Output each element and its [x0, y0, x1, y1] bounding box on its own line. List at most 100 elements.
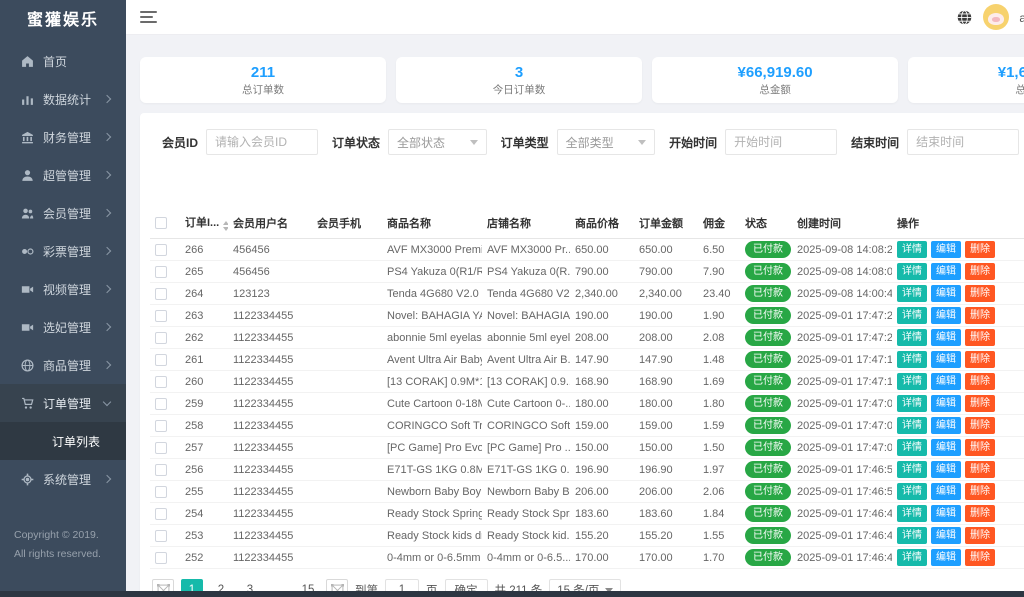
delete-button[interactable]: 删除 — [965, 241, 995, 258]
row-checkbox[interactable] — [155, 552, 167, 564]
edit-button[interactable]: 编辑 — [931, 549, 961, 566]
row-checkbox[interactable] — [155, 266, 167, 278]
order-type-select[interactable]: 全部类型 — [557, 129, 656, 155]
edit-button[interactable]: 编辑 — [931, 505, 961, 522]
row-checkbox[interactable] — [155, 288, 167, 300]
avatar[interactable] — [983, 4, 1009, 30]
delete-button[interactable]: 删除 — [965, 285, 995, 302]
row-checkbox[interactable] — [155, 486, 167, 498]
cell-actions: 详情编辑删除 — [892, 327, 1024, 349]
cell-price: 150.00 — [570, 437, 634, 459]
sidebar-item-video[interactable]: 视频管理 — [0, 270, 126, 308]
sidebar-item-bank[interactable]: 财务管理 — [0, 118, 126, 156]
edit-button[interactable]: 编辑 — [931, 329, 961, 346]
detail-button[interactable]: 详情 — [897, 285, 927, 302]
col-order-id[interactable]: 订单I... — [180, 207, 228, 239]
row-checkbox[interactable] — [155, 244, 167, 256]
sidebar-subitem-order-list[interactable]: 订单列表 — [0, 422, 126, 460]
detail-button[interactable]: 详情 — [897, 373, 927, 390]
cell-amount: 155.20 — [634, 525, 698, 547]
detail-button[interactable]: 详情 — [897, 351, 927, 368]
edit-button[interactable]: 编辑 — [931, 263, 961, 280]
row-checkbox[interactable] — [155, 442, 167, 454]
delete-button[interactable]: 删除 — [965, 417, 995, 434]
row-checkbox[interactable] — [155, 398, 167, 410]
edit-button[interactable]: 编辑 — [931, 285, 961, 302]
cell-phone — [312, 283, 382, 305]
menu-toggle-icon[interactable] — [140, 11, 157, 23]
row-checkbox[interactable] — [155, 508, 167, 520]
edit-button[interactable]: 编辑 — [931, 527, 961, 544]
delete-button[interactable]: 删除 — [965, 351, 995, 368]
detail-button[interactable]: 详情 — [897, 307, 927, 324]
row-checkbox[interactable] — [155, 310, 167, 322]
sidebar-item-gear[interactable]: 系统管理 — [0, 460, 126, 498]
detail-button[interactable]: 详情 — [897, 505, 927, 522]
delete-button[interactable]: 删除 — [965, 263, 995, 280]
detail-button[interactable]: 详情 — [897, 439, 927, 456]
sidebar-item-globe[interactable]: 商品管理 — [0, 346, 126, 384]
detail-button[interactable]: 详情 — [897, 329, 927, 346]
cell-status: 已付款 — [740, 393, 792, 415]
edit-button[interactable]: 编辑 — [931, 241, 961, 258]
row-checkbox[interactable] — [155, 354, 167, 366]
sidebar-item-home[interactable]: 首页 — [0, 42, 126, 80]
sidebar-item-cart[interactable]: 订单管理 — [0, 384, 126, 422]
delete-button[interactable]: 删除 — [965, 439, 995, 456]
detail-button[interactable]: 详情 — [897, 417, 927, 434]
cell-shop: Ready Stock kid... — [482, 525, 570, 547]
row-checkbox[interactable] — [155, 530, 167, 542]
edit-button[interactable]: 编辑 — [931, 461, 961, 478]
sidebar-item-user[interactable]: 超管管理 — [0, 156, 126, 194]
edit-button[interactable]: 编辑 — [931, 483, 961, 500]
edit-button[interactable]: 编辑 — [931, 373, 961, 390]
delete-button[interactable]: 删除 — [965, 373, 995, 390]
sidebar-item-chart[interactable]: 数据统计 — [0, 80, 126, 118]
detail-button[interactable]: 详情 — [897, 527, 927, 544]
detail-button[interactable]: 详情 — [897, 395, 927, 412]
status-badge: 已付款 — [745, 461, 791, 478]
select-all-checkbox[interactable] — [155, 217, 167, 229]
stat-label: 总订单数 — [242, 82, 284, 97]
start-time-input[interactable] — [725, 129, 837, 155]
cell-status: 已付款 — [740, 459, 792, 481]
detail-button[interactable]: 详情 — [897, 461, 927, 478]
detail-button[interactable]: 详情 — [897, 549, 927, 566]
sidebar-item-label: 订单管理 — [43, 395, 104, 412]
cell-username: 1122334455 — [228, 371, 312, 393]
end-time-input[interactable] — [907, 129, 1019, 155]
delete-button[interactable]: 删除 — [965, 483, 995, 500]
delete-button[interactable]: 删除 — [965, 505, 995, 522]
cell-order-id: 257 — [180, 437, 228, 459]
row-checkbox[interactable] — [155, 464, 167, 476]
end-time-label: 结束时间 — [851, 134, 899, 151]
delete-button[interactable]: 删除 — [965, 307, 995, 324]
delete-button[interactable]: 删除 — [965, 549, 995, 566]
sidebar-item-ticket[interactable]: 彩票管理 — [0, 232, 126, 270]
detail-button[interactable]: 详情 — [897, 483, 927, 500]
sidebar-item-users[interactable]: 会员管理 — [0, 194, 126, 232]
edit-button[interactable]: 编辑 — [931, 351, 961, 368]
delete-button[interactable]: 删除 — [965, 395, 995, 412]
delete-button[interactable]: 删除 — [965, 461, 995, 478]
delete-button[interactable]: 删除 — [965, 329, 995, 346]
stat-label: 今日订单数 — [493, 82, 546, 97]
user-name[interactable]: admin【超级管理员】 — [1019, 9, 1024, 26]
edit-button[interactable]: 编辑 — [931, 439, 961, 456]
detail-button[interactable]: 详情 — [897, 263, 927, 280]
sort-icon[interactable] — [223, 221, 228, 231]
sidebar-item-video[interactable]: 选妃管理 — [0, 308, 126, 346]
sidebar-subitem-label: 订单列表 — [52, 433, 100, 450]
member-id-input[interactable] — [206, 129, 318, 155]
edit-button[interactable]: 编辑 — [931, 417, 961, 434]
detail-button[interactable]: 详情 — [897, 241, 927, 258]
edit-button[interactable]: 编辑 — [931, 307, 961, 324]
cell-created: 2025-09-01 17:47:20 — [792, 327, 892, 349]
row-checkbox[interactable] — [155, 332, 167, 344]
row-checkbox[interactable] — [155, 376, 167, 388]
row-checkbox[interactable] — [155, 420, 167, 432]
order-status-select[interactable]: 全部状态 — [388, 129, 487, 155]
edit-button[interactable]: 编辑 — [931, 395, 961, 412]
delete-button[interactable]: 删除 — [965, 527, 995, 544]
globe-icon[interactable] — [957, 9, 973, 25]
